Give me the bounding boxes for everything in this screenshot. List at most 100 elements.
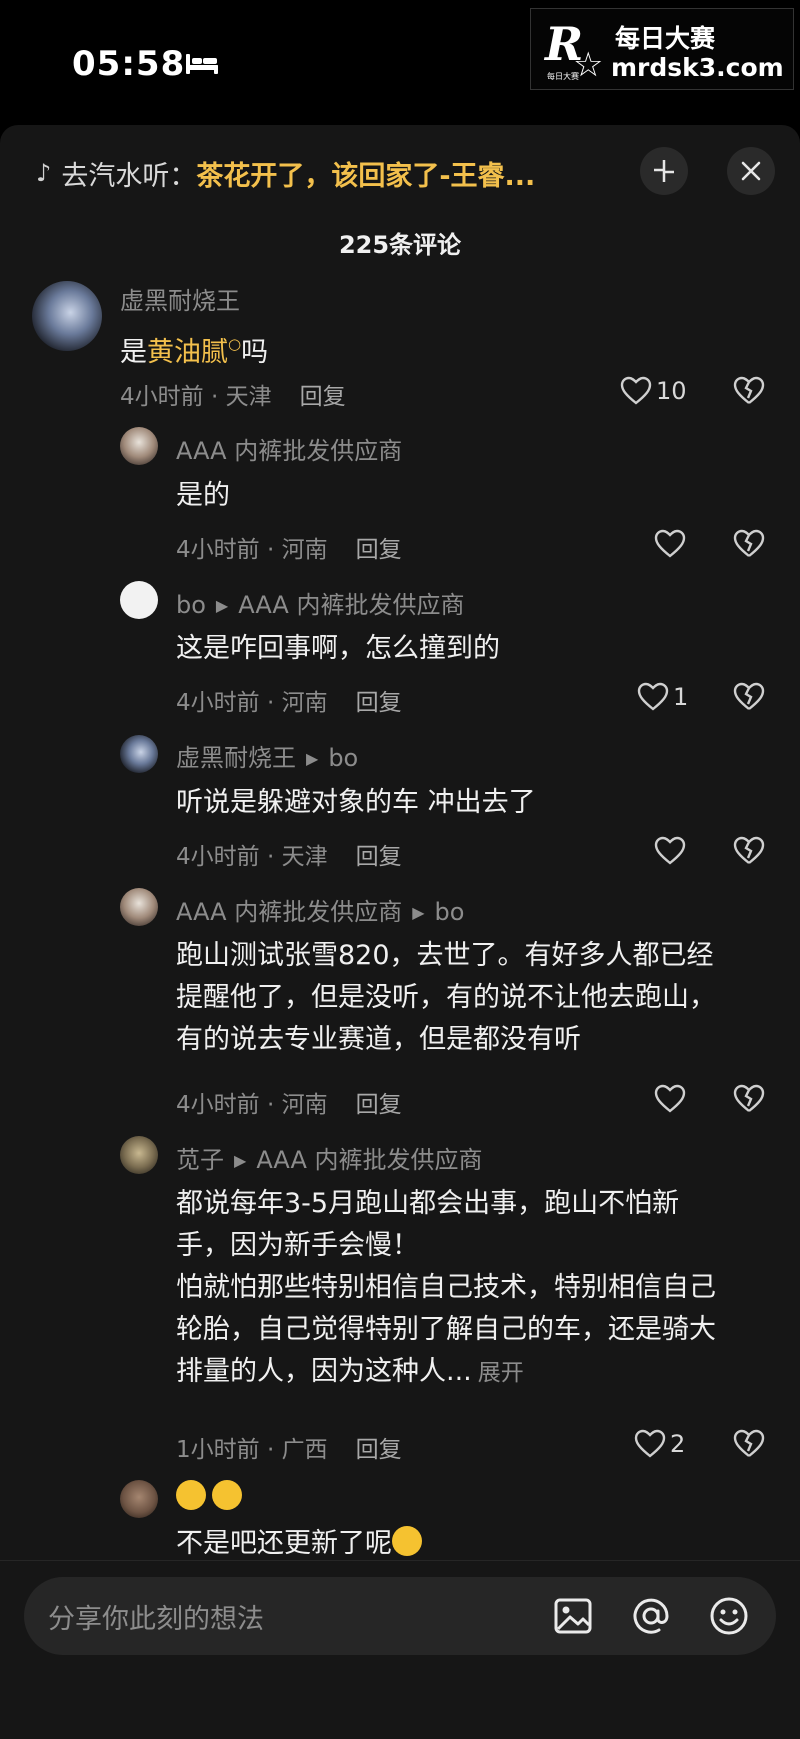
watermark-url: mrdsk3.com <box>611 53 784 82</box>
comment-time: 1小时前 · 广西 <box>176 1437 328 1463</box>
comment-text: 听说是躲避对象的车 冲出去了 <box>176 787 536 818</box>
reply-target-username[interactable]: bo <box>435 898 465 926</box>
comment-line-text: 排量的人，因为这种人... <box>176 1356 472 1387</box>
comment-time: 4小时前 · 河南 <box>176 690 328 716</box>
broken-heart-icon <box>733 376 765 404</box>
music-link[interactable]: ♪ 去汽水听： 茶花开了，该回家了-王睿... <box>36 153 535 193</box>
like-button[interactable] <box>654 528 690 560</box>
image-button[interactable] <box>548 1591 598 1641</box>
comment-count: 225条评论 <box>338 231 462 259</box>
like-button[interactable]: 10 <box>620 375 687 407</box>
emoji-button[interactable] <box>704 1591 754 1641</box>
like-button[interactable]: 2 <box>634 1428 685 1460</box>
dislike-button[interactable] <box>733 835 765 867</box>
reply-button[interactable]: 回复 <box>300 384 346 410</box>
broken-heart-icon <box>733 529 765 557</box>
bed-icon <box>186 54 218 74</box>
comment-text-part: 吗 <box>241 337 269 368</box>
like-button[interactable]: 1 <box>637 681 688 713</box>
reply-button[interactable]: 回复 <box>356 844 402 870</box>
avatar[interactable] <box>32 281 102 351</box>
avatar[interactable] <box>120 735 158 773</box>
music-song-title: 茶花开了，该回家了-王睿... <box>196 160 536 192</box>
comment-text: 这是咋回事啊，怎么撞到的 <box>176 633 500 664</box>
like-button[interactable] <box>654 1083 690 1115</box>
reply-username[interactable]: bo <box>176 591 206 619</box>
collapse-icon <box>654 160 674 182</box>
search-highlight-link[interactable]: 黄油腻 <box>147 337 228 368</box>
like-count: 2 <box>670 1430 686 1458</box>
heart-icon <box>620 376 652 405</box>
comment-username: 虚黑耐烧王 ▶ bo <box>176 738 358 773</box>
expand-button[interactable]: 展开 <box>478 1360 524 1386</box>
close-icon <box>741 161 761 181</box>
comment-text: 不是吧还更新了呢 <box>176 1523 428 1565</box>
grin-emoji-icon <box>212 1480 242 1510</box>
comment-time: 4小时前 · 天津 <box>120 384 272 410</box>
comment-text: 跑山测试张雪820，去世了。有好多人都已经 提醒他了，但是没听，有的说不让他去跑… <box>176 935 716 1061</box>
reply-target-username[interactable]: AAA 内裤批发供应商 <box>238 591 464 619</box>
comment-time: 4小时前 · 天津 <box>176 844 328 870</box>
comment-line: 有的说去专业赛道，但是都没有听 <box>176 1024 581 1055</box>
reply-username[interactable]: 苋子 <box>176 1146 224 1174</box>
dislike-button[interactable] <box>733 1428 765 1460</box>
search-icon: ○ <box>228 335 242 353</box>
collapse-button[interactable] <box>640 147 688 195</box>
laugh-cry-emoji-icon <box>392 1526 422 1556</box>
comment-text-part: 不是吧还更新了呢 <box>176 1528 392 1559</box>
reply-button[interactable]: 回复 <box>356 690 402 716</box>
avatar[interactable] <box>120 427 158 465</box>
emoji-row <box>176 1477 248 1519</box>
broken-heart-icon <box>733 1084 765 1112</box>
avatar[interactable] <box>120 888 158 926</box>
comment-text: 是的 <box>176 480 230 511</box>
reply-target-username[interactable]: AAA 内裤批发供应商 <box>256 1146 482 1174</box>
status-bar: 05:58 R ☆ 每日大赛 每日大赛 mrdsk3.com <box>0 0 800 125</box>
comment-input[interactable]: 分享你此刻的想法 <box>24 1577 776 1655</box>
comment-username: bo ▶ AAA 内裤批发供应商 <box>176 585 464 620</box>
comment-username[interactable]: 虚黑耐烧王 <box>120 281 240 316</box>
avatar[interactable] <box>120 581 158 619</box>
broken-heart-icon <box>733 1429 765 1457</box>
comment-meta: 4小时前 · 天津 回复 <box>120 377 346 411</box>
heart-icon <box>654 1084 686 1113</box>
dislike-button[interactable] <box>733 681 765 713</box>
dislike-button[interactable] <box>733 1083 765 1115</box>
reply-button[interactable]: 回复 <box>356 1092 402 1118</box>
comment-username: AAA 内裤批发供应商 ▶ bo <box>176 892 464 927</box>
comment-username: 苋子 ▶ AAA 内裤批发供应商 <box>176 1140 483 1175</box>
comment-line: 排量的人，因为这种人... 展开 <box>176 1351 716 1394</box>
comment-username[interactable]: AAA 内裤批发供应商 <box>176 431 402 466</box>
comment-sheet: ♪ 去汽水听： 茶花开了，该回家了-王睿... 225条评论 虚黑耐烧王 是黄油… <box>0 125 800 1738</box>
avatar[interactable] <box>120 1136 158 1174</box>
smile-icon <box>710 1597 748 1635</box>
comment-input-placeholder: 分享你此刻的想法 <box>48 1604 264 1635</box>
grin-emoji-icon <box>176 1480 206 1510</box>
comment-meta: 4小时前 · 天津 回复 <box>176 837 402 871</box>
reply-username[interactable]: 虚黑耐烧王 <box>176 744 296 772</box>
comment-text: 是黄油腻○吗 <box>120 323 268 374</box>
like-button[interactable] <box>654 835 690 867</box>
reply-target-username[interactable]: bo <box>328 744 358 772</box>
avatar[interactable] <box>120 1480 158 1518</box>
close-button[interactable] <box>727 147 775 195</box>
dislike-button[interactable] <box>733 375 765 407</box>
music-note-icon: ♪ <box>36 159 52 187</box>
like-count: 10 <box>656 377 687 405</box>
reply-button[interactable]: 回复 <box>356 537 402 563</box>
comment-text-part: 是 <box>120 337 147 368</box>
dislike-button[interactable] <box>733 528 765 560</box>
image-icon <box>554 1598 592 1634</box>
reply-arrow-icon: ▶ <box>412 903 425 922</box>
comment-line: 提醒他了，但是没听，有的说不让他去跑山， <box>176 982 716 1013</box>
comment-text: 都说每年3-5月跑山都会出事，跑山不怕新 手，因为新手会慢！ 怕就怕那些特别相信… <box>176 1183 716 1394</box>
heart-icon <box>634 1429 666 1458</box>
status-time: 05:58 <box>72 44 186 84</box>
watermark-small-text: 每日大赛 <box>547 72 579 81</box>
reply-button[interactable]: 回复 <box>356 1437 402 1463</box>
broken-heart-icon <box>733 682 765 710</box>
reply-username[interactable]: AAA 内裤批发供应商 <box>176 898 402 926</box>
comment-line: 手，因为新手会慢！ <box>176 1230 419 1261</box>
reply-arrow-icon: ▶ <box>215 596 229 615</box>
mention-button[interactable] <box>626 1591 676 1641</box>
